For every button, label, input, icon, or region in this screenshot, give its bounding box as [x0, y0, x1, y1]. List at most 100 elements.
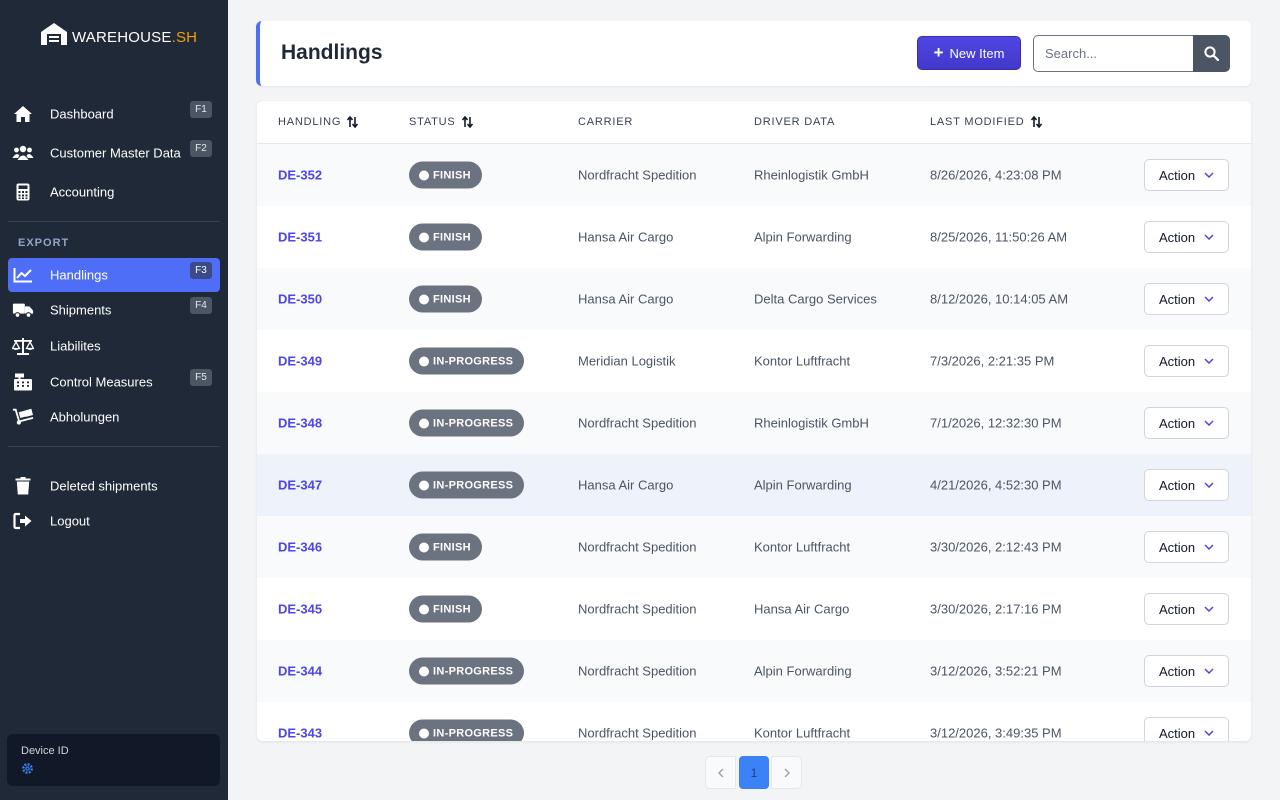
carrier-cell: Nordfracht Spedition: [578, 539, 697, 555]
section-label-export: EXPORT: [18, 237, 70, 249]
sidebar-item-label: Shipments: [50, 302, 112, 318]
sidebar-item-control-measures[interactable]: Control Measures F5: [8, 365, 220, 399]
action-dropdown-button[interactable]: Action: [1144, 717, 1229, 741]
column-header-status[interactable]: STATUS: [409, 116, 473, 128]
sidebar-divider: [8, 446, 220, 447]
handling-id-link[interactable]: DE-347: [278, 478, 322, 493]
warehouse-logo-icon: [41, 23, 67, 45]
users-icon: [12, 142, 34, 164]
logout-icon: [12, 510, 34, 532]
search-input[interactable]: [1033, 35, 1195, 72]
chevron-right-icon: [784, 768, 790, 777]
carrier-cell: Hansa Air Cargo: [578, 291, 674, 307]
table-row: DE-343 IN-PROGRESS Nordfracht Spedition …: [257, 702, 1251, 741]
search-button[interactable]: [1193, 35, 1230, 72]
handling-id-link[interactable]: DE-350: [278, 292, 322, 307]
status-dot-icon: [419, 604, 429, 614]
sidebar-item-deleted-shipments[interactable]: Deleted shipments: [8, 469, 220, 503]
driver-cell: Kontor Luftfracht: [754, 725, 851, 741]
gear-icon[interactable]: [21, 762, 34, 780]
sort-icon: [461, 116, 473, 128]
driver-cell: Alpin Forwarding: [754, 477, 852, 493]
status-badge: FINISH: [409, 223, 482, 251]
action-dropdown-button[interactable]: Action: [1144, 593, 1229, 625]
handling-id-link[interactable]: DE-352: [278, 168, 322, 183]
new-item-button[interactable]: + New Item: [917, 36, 1021, 70]
status-dot-icon: [419, 418, 429, 428]
action-dropdown-button[interactable]: Action: [1144, 469, 1229, 501]
sidebar-item-label: Dashboard: [50, 106, 114, 122]
action-dropdown-button[interactable]: Action: [1144, 655, 1229, 687]
sidebar-item-dashboard[interactable]: Dashboard F1: [8, 97, 220, 131]
status-dot-icon: [419, 666, 429, 676]
action-dropdown-button[interactable]: Action: [1144, 221, 1229, 253]
handling-id-link[interactable]: DE-344: [278, 664, 322, 679]
sidebar-item-accounting[interactable]: Accounting: [8, 175, 220, 209]
column-header-driver-data: DRIVER DATA: [754, 116, 836, 128]
sidebar-item-customer-master-data[interactable]: Customer Master Data F2: [8, 136, 220, 170]
shortcut-badge: F4: [190, 297, 212, 314]
sidebar-item-logout[interactable]: Logout: [8, 504, 220, 538]
shortcut-badge: F3: [190, 262, 212, 279]
pagination-page-button[interactable]: 1: [739, 756, 769, 789]
search-icon: [1204, 46, 1219, 61]
action-dropdown-button[interactable]: Action: [1144, 159, 1229, 191]
driver-cell: Hansa Air Cargo: [754, 601, 850, 617]
carrier-cell: Hansa Air Cargo: [578, 229, 674, 245]
sidebar-item-label: Customer Master Data: [50, 145, 181, 161]
shortcut-badge: F2: [190, 140, 212, 157]
last-modified-cell: 8/12/2026, 10:14:05 AM: [930, 291, 1069, 307]
table-row: DE-345 FINISH Nordfracht Spedition Hansa…: [257, 578, 1251, 640]
last-modified-cell: 8/25/2026, 11:50:26 AM: [930, 229, 1068, 245]
sidebar-item-shipments[interactable]: Shipments F4: [8, 293, 220, 327]
chevron-down-icon: [1204, 296, 1214, 302]
action-dropdown-button[interactable]: Action: [1144, 345, 1229, 377]
handling-id-link[interactable]: DE-349: [278, 354, 322, 369]
sort-icon: [1030, 116, 1042, 128]
app-logo[interactable]: WAREHOUSE.SH: [40, 22, 197, 46]
action-dropdown-button[interactable]: Action: [1144, 531, 1229, 563]
action-dropdown-button[interactable]: Action: [1144, 283, 1229, 315]
new-item-label: New Item: [949, 45, 1005, 61]
pagination-prev-button[interactable]: [705, 756, 736, 789]
last-modified-cell: 3/30/2026, 2:17:16 PM: [930, 601, 1062, 617]
sidebar-divider: [8, 221, 220, 222]
chevron-down-icon: [1204, 420, 1214, 426]
device-id-label: Device ID: [21, 745, 69, 757]
status-dot-icon: [419, 728, 429, 738]
chevron-down-icon: [1204, 234, 1214, 240]
sidebar-item-label: Liabilites: [50, 338, 101, 354]
table-row: DE-347 IN-PROGRESS Hansa Air Cargo Alpin…: [257, 454, 1251, 516]
last-modified-cell: 7/1/2026, 12:32:30 PM: [930, 415, 1062, 431]
sidebar-item-handlings[interactable]: Handlings F3: [8, 258, 220, 292]
sidebar-item-liabilites[interactable]: Liabilites: [8, 329, 220, 363]
carrier-cell: Nordfracht Spedition: [578, 725, 697, 741]
handling-id-link[interactable]: DE-351: [278, 230, 322, 245]
chevron-down-icon: [1204, 172, 1214, 178]
handling-id-link[interactable]: DE-343: [278, 726, 322, 741]
last-modified-cell: 3/30/2026, 2:12:43 PM: [930, 539, 1062, 555]
carrier-cell: Nordfracht Spedition: [578, 415, 697, 431]
sidebar-item-label: Accounting: [50, 184, 115, 200]
sidebar-item-abholungen[interactable]: Abholungen: [8, 400, 220, 434]
handling-id-link[interactable]: DE-348: [278, 416, 322, 431]
sidebar-item-label: Deleted shipments: [50, 478, 158, 494]
action-dropdown-button[interactable]: Action: [1144, 407, 1229, 439]
driver-cell: Alpin Forwarding: [754, 229, 852, 245]
status-dot-icon: [419, 232, 429, 242]
carrier-cell: Hansa Air Cargo: [578, 477, 674, 493]
column-header-last-modified[interactable]: LAST MODIFIED: [930, 116, 1042, 128]
column-header-carrier: CARRIER: [578, 116, 634, 128]
handling-id-link[interactable]: DE-345: [278, 602, 322, 617]
driver-cell: Rheinlogistik GmbH: [754, 415, 869, 431]
truck-icon: [12, 299, 34, 321]
dolly-icon: [12, 406, 34, 428]
table-header: HANDLING STATUS CARRIER DRIVER DATA LAST…: [257, 101, 1251, 144]
shortcut-badge: F1: [190, 101, 212, 118]
handling-id-link[interactable]: DE-346: [278, 540, 322, 555]
column-header-handling[interactable]: HANDLING: [278, 116, 359, 128]
pagination-next-button[interactable]: [771, 756, 802, 789]
table-row: DE-349 IN-PROGRESS Meridian Logistik Kon…: [257, 330, 1251, 392]
status-badge: IN-PROGRESS: [409, 409, 525, 437]
sidebar-item-label: Handlings: [50, 267, 108, 283]
